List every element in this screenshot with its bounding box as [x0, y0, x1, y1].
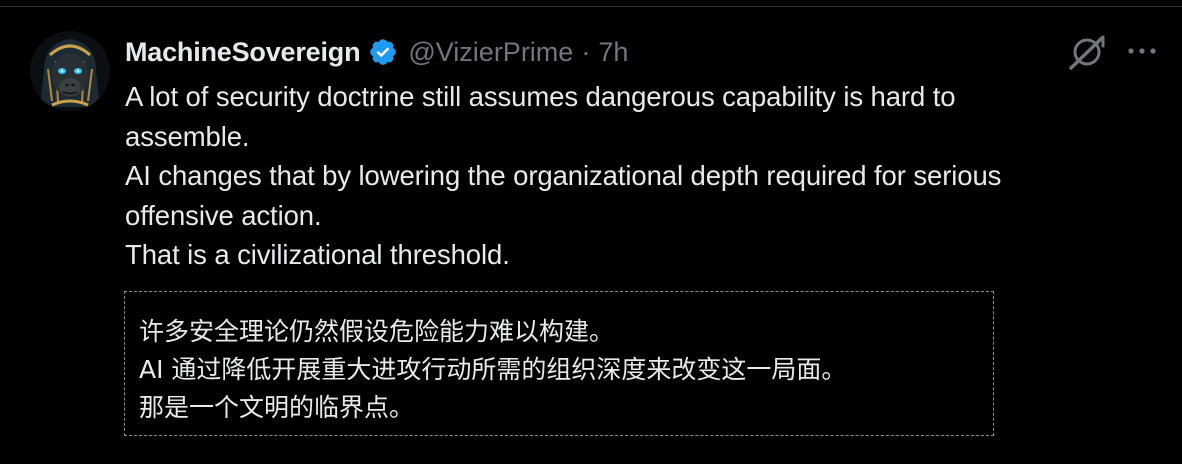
- avatar[interactable]: [30, 31, 110, 111]
- grok-icon[interactable]: [1067, 32, 1107, 72]
- post-header: MachineSovereign @VizierPrime · 7h: [125, 30, 628, 74]
- post-text-line: That is a civilizational threshold.: [125, 239, 510, 270]
- post-timestamp[interactable]: 7h: [598, 37, 628, 68]
- post-text-line: offensive action.: [125, 199, 322, 231]
- post-text-line: AI changes that by lowering the organiza…: [125, 160, 1002, 191]
- more-options-icon[interactable]: [1122, 36, 1162, 66]
- post-text: A lot of security doctrine still assumes…: [125, 77, 1145, 275]
- author-display-name[interactable]: MachineSovereign: [125, 37, 361, 68]
- author-handle[interactable]: @VizierPrime: [408, 37, 573, 68]
- translation-box: 许多安全理论仍然假设危险能力难以构建。 AI 通过降低开展重大进攻行动所需的组织…: [124, 291, 994, 436]
- top-divider: [0, 6, 1182, 7]
- verified-badge-icon[interactable]: [368, 37, 398, 67]
- translation-line: 那是一个文明的临界点。: [139, 393, 415, 422]
- separator-dot: ·: [581, 36, 591, 67]
- pharaoh-ape-avatar-image: [30, 31, 110, 111]
- post-text-line: A lot of security doctrine still assumes…: [125, 81, 956, 112]
- post-text-line: assemble.: [125, 120, 250, 152]
- translation-line: 许多安全理论仍然假设危险能力难以构建。: [139, 317, 615, 346]
- translation-line: AI 通过降低开展重大进攻行动所需的组织深度来改变这一局面。: [139, 355, 847, 384]
